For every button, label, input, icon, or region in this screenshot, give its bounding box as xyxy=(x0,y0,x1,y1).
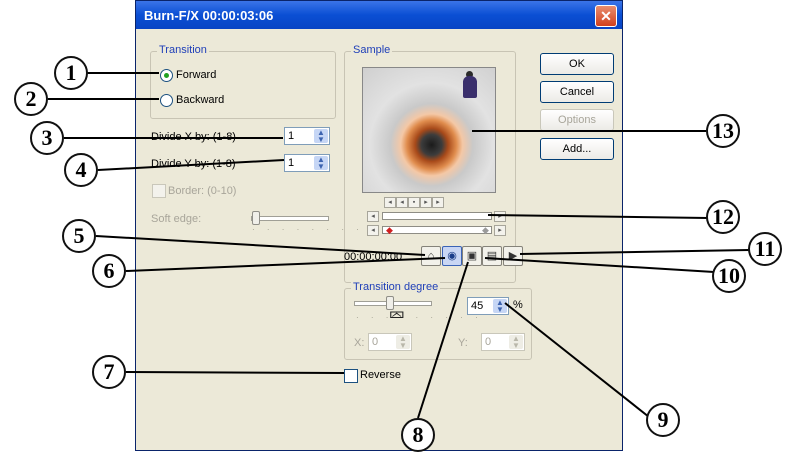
callout-8: 8 xyxy=(401,418,435,452)
callout-3: 3 xyxy=(30,121,64,155)
callout-9: 9 xyxy=(646,403,680,437)
callout-4: 4 xyxy=(64,153,98,187)
callout-leader-lines xyxy=(48,72,750,419)
callout-7: 7 xyxy=(92,355,126,389)
callout-12: 12 xyxy=(706,200,740,234)
callout-6: 6 xyxy=(92,254,126,288)
callout-11: 11 xyxy=(748,232,782,266)
callout-10: 10 xyxy=(712,259,746,293)
callout-5: 5 xyxy=(62,219,96,253)
callout-13: 13 xyxy=(706,114,740,148)
callout-2: 2 xyxy=(14,82,48,116)
callout-1: 1 xyxy=(54,56,88,90)
